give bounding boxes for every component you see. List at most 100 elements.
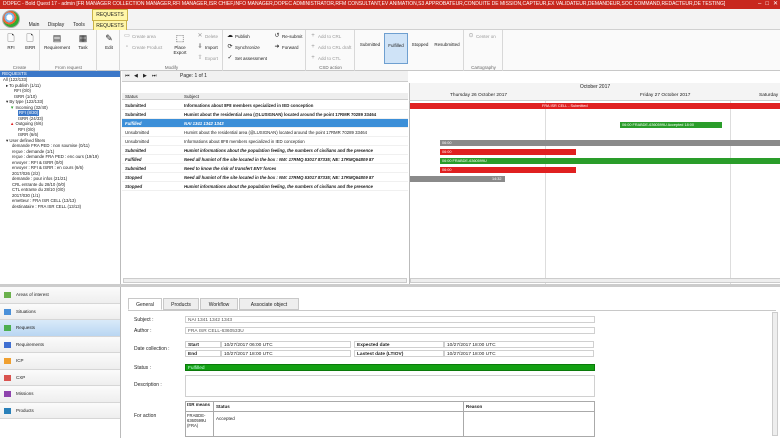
ribbon-group-create: 🗋 RFI 🗋 ISRR Create [0, 30, 40, 71]
create-product-button[interactable]: ▫ Create Product [124, 44, 162, 50]
last-page-icon[interactable]: ⏭ [152, 73, 157, 79]
requirement-button[interactable]: ▤ Requirement [44, 33, 70, 50]
add-to-crl-button[interactable]: + Add to CRL [310, 33, 341, 39]
minimize-icon[interactable]: – [758, 0, 761, 9]
table-row[interactable]: Submitted Humint about the residential ar… [122, 110, 408, 119]
resubmit-button[interactable]: ↺ Re-submit [274, 33, 302, 39]
synchronize-button[interactable]: ⟳ Synchronize [227, 44, 259, 50]
day-divider [730, 101, 731, 284]
tab-requests[interactable]: REQUESTS [93, 20, 127, 30]
table-row[interactable]: Submitted Informations about 8F8 members … [122, 101, 408, 110]
requirement-icon: ▤ [52, 33, 62, 43]
table-row-selected[interactable]: Fulfilled NAI 1341 1342 1343 [122, 119, 408, 128]
delete-button[interactable]: ✕ Delete [197, 33, 218, 39]
ribbon-group-cartography: ⊙ Center on Cartography [465, 30, 503, 71]
set-assessment-button[interactable]: ✓ Set assessment [227, 55, 267, 61]
next-page-icon[interactable]: ▶ [143, 73, 147, 79]
add-icon: + [311, 33, 315, 39]
table-row[interactable]: Fulfilled Need all humint of the site loc… [122, 155, 408, 164]
export-button[interactable]: ⇧ Export [197, 55, 218, 61]
edit-button[interactable]: ✎ Edit [100, 33, 118, 50]
grid-horizontal-scrollbar[interactable] [123, 278, 407, 283]
ribbon-group-edit: ✎ Edit [98, 30, 120, 71]
nav-cxp[interactable]: CXP [0, 369, 120, 386]
previous-page-icon[interactable]: ◀ [134, 73, 138, 79]
add-to-crl-draft-button[interactable]: + Add to CRL draft [310, 44, 351, 50]
gantt-bar[interactable]: 06:00 [440, 167, 576, 173]
nav-situations[interactable]: Situations [0, 303, 120, 320]
end-date-field[interactable]: 10/27/2017 18:00 UTC [221, 350, 351, 357]
nav-icp[interactable]: ICP [0, 353, 120, 370]
table-row[interactable]: Unsubmitted Humint about the residential … [122, 128, 408, 137]
gantt-header: October 2017 Thursday 26 October 2017 Fr… [409, 83, 780, 101]
gantt-bar[interactable]: 14:32 [410, 176, 505, 182]
center-on-button[interactable]: ⊙ Center on [468, 33, 495, 39]
gantt-day: Thursday 26 October 2017 [450, 93, 508, 98]
tab-main[interactable]: Main [24, 20, 44, 30]
gantt-day: Saturday [759, 93, 779, 98]
expected-date-field[interactable]: 10/27/2017 18:00 UTC [444, 341, 594, 348]
table-row[interactable]: Stopped Humint informations about the pop… [122, 182, 408, 191]
nav-requests[interactable]: Requests [0, 320, 120, 337]
tab-workflow[interactable]: Workflow [200, 298, 238, 310]
tab-tools[interactable]: Tools [70, 20, 88, 30]
tab-general[interactable]: General [128, 298, 162, 310]
start-date-field[interactable]: 10/27/2017 06:00 UTC [221, 341, 351, 348]
subject-field[interactable]: NAI 1341 1342 1343 [185, 316, 595, 323]
document-icon: 🗋 [26, 33, 34, 43]
close-icon[interactable]: ✕ [773, 0, 778, 9]
gantt-bar[interactable]: 06:00 FRABDE-6360599U Accepted 18:00 [620, 122, 722, 128]
add-to-ctl-button[interactable]: + Add to CTL [310, 55, 341, 61]
nav-missions[interactable]: Missions [0, 386, 120, 403]
nav-requirements[interactable]: Requirements [0, 336, 120, 353]
table-row[interactable]: Submitted Need to know the risk of transf… [122, 164, 408, 173]
column-subject[interactable]: Subject [184, 93, 199, 100]
tree-item-filter[interactable]: destinataire : FRA ISR CELL (13/13) [0, 204, 120, 210]
gantt-bar[interactable]: 06:00 [440, 140, 780, 146]
ribbon-group-csd: + Add to CRL + Add to CRL draft + Add to CT… [307, 30, 355, 71]
detail-vertical-scrollbar[interactable] [772, 312, 778, 436]
delete-icon: ✕ [197, 33, 203, 39]
cxp-icon [4, 374, 11, 381]
nav-products[interactable]: Products [0, 402, 120, 419]
area-icon [4, 292, 11, 298]
create-area-button[interactable]: ▭ Create area [124, 33, 156, 39]
column-status[interactable]: Status [125, 93, 138, 100]
product-icon [4, 407, 11, 414]
gantt-bar[interactable]: FRA ISR CELL - Submitted [410, 103, 780, 109]
gantt-horizontal-scrollbar[interactable] [410, 278, 780, 283]
icp-icon [4, 358, 11, 364]
gantt-bar[interactable]: 06:00 [440, 149, 576, 155]
tab-associate-object[interactable]: Associate object [239, 298, 299, 310]
filter-submitted-button[interactable]: Submitted [357, 33, 383, 64]
tab-display[interactable]: Display [46, 20, 66, 30]
description-field[interactable] [185, 375, 595, 397]
gantt-bar[interactable]: 06:00 FRABDE-6360599U [440, 158, 780, 164]
first-page-icon[interactable]: ⏮ [125, 73, 130, 79]
filter-fulfilled-button[interactable]: Fulfilled [384, 33, 408, 64]
tab-products[interactable]: Products [163, 298, 199, 310]
latest-date-field[interactable]: 10/27/2017 18:00 UTC [444, 350, 594, 357]
author-field[interactable]: FRA ISR CELL-6360533U [185, 327, 595, 334]
table-row[interactable]: Submitted Humint informations about the p… [122, 146, 408, 155]
filter-resubmitted-button[interactable]: Resubmitted [432, 33, 462, 64]
task-button[interactable]: ▦ Task [74, 33, 92, 50]
mission-icon [4, 391, 11, 397]
document-icon: 🗋 [7, 33, 15, 43]
maximize-icon[interactable]: □ [765, 0, 769, 9]
request-icon [4, 325, 11, 331]
forward-button[interactable]: ➜ Forward [274, 44, 298, 50]
place-export-button[interactable]: ⬚ Place Export [171, 33, 189, 55]
gantt-month: October 2017 [579, 84, 611, 90]
import-button[interactable]: ⇩ Import [197, 44, 217, 50]
resubmit-icon: ↺ [274, 33, 280, 39]
app-menu-button[interactable] [2, 10, 20, 28]
rfi-button[interactable]: 🗋 RFI [2, 33, 20, 50]
add-icon: + [311, 55, 315, 61]
nav-areas-of-interest[interactable]: Areas of interest [0, 287, 120, 304]
filter-stopped-button[interactable]: Stopped [409, 33, 431, 64]
isrr-button[interactable]: 🗋 ISRR [21, 33, 39, 50]
table-row[interactable]: Stopped Need all humint of the site locat… [122, 173, 408, 182]
table-row[interactable]: Unsubmitted Informations about 8F8 member… [122, 137, 408, 146]
publish-button[interactable]: ☁ Publish [227, 33, 250, 39]
